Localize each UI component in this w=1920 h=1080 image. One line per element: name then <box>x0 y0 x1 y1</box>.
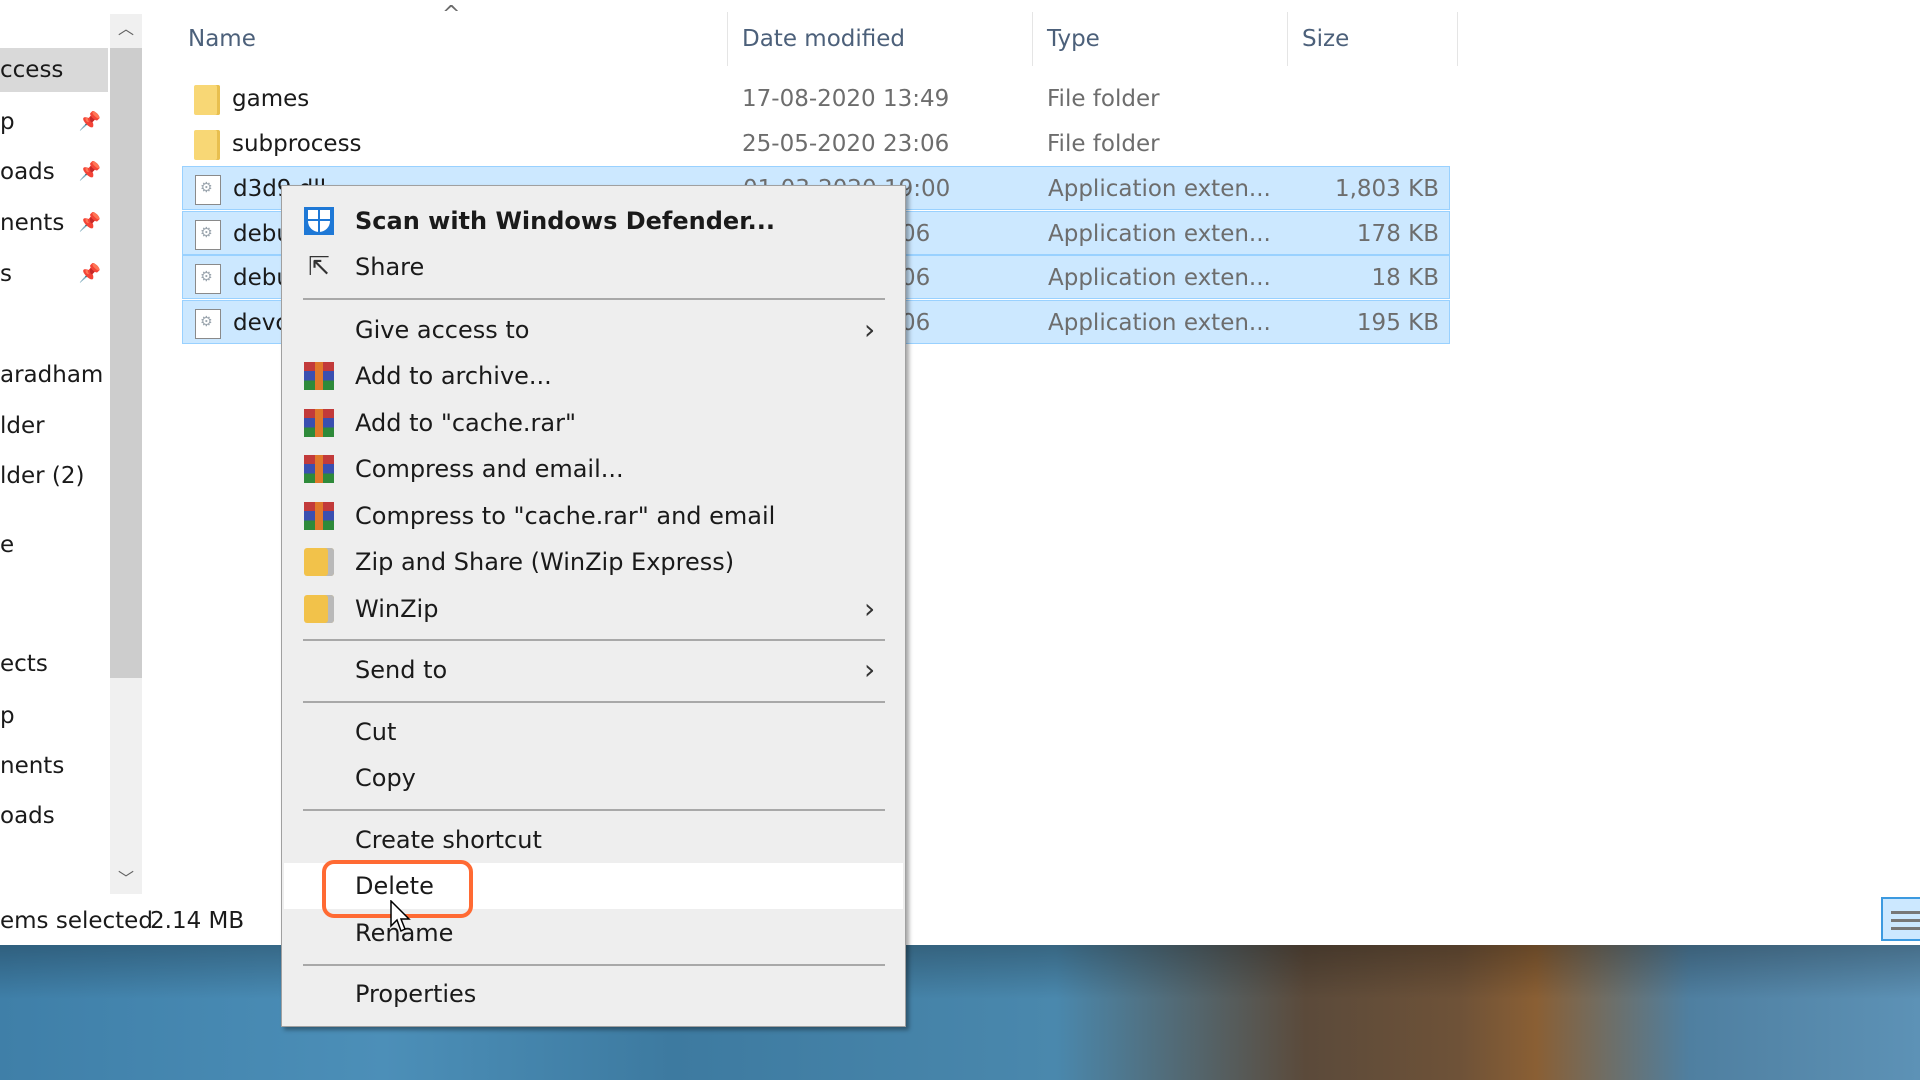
menu-item-zip-and-share[interactable]: Zip and Share (WinZip Express) <box>284 539 903 585</box>
menu-separator <box>303 639 885 641</box>
submenu-arrow-icon: › <box>864 313 876 346</box>
menu-item-give-access[interactable]: Give access to › <box>284 307 903 353</box>
file-date: 25-05-2020 23:06 <box>742 131 950 157</box>
menu-item-add-to-cache-rar[interactable]: Add to "cache.rar" <box>284 400 903 446</box>
menu-item-create-shortcut[interactable]: Create shortcut <box>284 817 903 863</box>
pin-icon: 📌 <box>78 161 102 182</box>
dll-file-icon <box>195 175 221 205</box>
nav-item-quick-access[interactable]: ccess <box>0 48 108 92</box>
dll-file-icon <box>195 220 221 250</box>
details-view-icon <box>1891 911 1920 914</box>
file-type: Application exten... <box>1048 310 1271 336</box>
file-size: 195 KB <box>1356 310 1439 336</box>
nav-item-onedrive[interactable]: e <box>0 523 108 567</box>
winrar-icon <box>304 502 334 530</box>
menu-separator <box>303 809 885 811</box>
menu-separator <box>303 701 885 703</box>
nav-item-pictures[interactable]: s 📌 <box>0 252 108 296</box>
share-icon: ⇱ <box>308 252 330 282</box>
column-header-type[interactable]: Type <box>1047 14 1287 64</box>
menu-separator <box>303 964 885 966</box>
navigation-pane: ccess p 📌 oads 📌 nents 📌 s 📌 aradham lder ld… <box>0 0 108 945</box>
nav-item-downloads[interactable]: oads 📌 <box>0 150 108 194</box>
scrollbar-thumb[interactable] <box>110 48 142 678</box>
menu-item-compress-to-rar-and-email[interactable]: Compress to "cache.rar" and email <box>284 493 903 539</box>
file-type: File folder <box>1047 131 1160 157</box>
selection-count: ems selected <box>0 908 153 934</box>
pin-icon: 📌 <box>78 212 102 233</box>
menu-item-cut[interactable]: Cut <box>284 709 903 755</box>
menu-item-send-to[interactable]: Send to › <box>284 647 903 693</box>
folder-icon <box>194 130 220 160</box>
column-separator[interactable] <box>727 12 728 66</box>
menu-item-properties[interactable]: Properties <box>284 971 903 1017</box>
nav-item-documents[interactable]: nents 📌 <box>0 201 108 245</box>
nav-item-desktop[interactable]: p 📌 <box>0 100 108 144</box>
column-header-size[interactable]: Size <box>1302 14 1452 64</box>
winrar-icon <box>304 455 334 483</box>
column-separator[interactable] <box>1032 12 1033 66</box>
file-type: Application exten... <box>1048 176 1271 202</box>
nav-item-desktop[interactable]: p <box>0 694 108 738</box>
submenu-arrow-icon: › <box>864 592 876 625</box>
file-type: File folder <box>1047 86 1160 112</box>
details-view-button[interactable] <box>1881 897 1920 941</box>
column-header-name[interactable]: Name <box>188 14 728 64</box>
dll-file-icon <box>195 264 221 294</box>
pin-icon: 📌 <box>78 263 102 284</box>
file-name: devc <box>233 310 289 336</box>
column-separator[interactable] <box>1457 12 1458 66</box>
nav-item-folder[interactable]: lder <box>0 404 108 448</box>
column-separator[interactable] <box>1287 12 1288 66</box>
winrar-icon <box>304 409 334 437</box>
file-size: 178 KB <box>1356 221 1439 247</box>
nav-item-downloads[interactable]: oads <box>0 794 108 838</box>
submenu-arrow-icon: › <box>864 653 876 686</box>
folder-icon <box>194 85 220 115</box>
column-header-date-modified[interactable]: Date modified <box>742 14 1032 64</box>
winzip-icon <box>304 548 334 576</box>
windows-defender-icon <box>304 207 334 235</box>
chevron-up-icon[interactable]: ︿ <box>110 14 142 44</box>
nav-item-folder[interactable]: lder (2) <box>0 454 108 498</box>
menu-item-winzip[interactable]: WinZip › <box>284 586 903 632</box>
dll-file-icon <box>195 309 221 339</box>
file-name: games <box>232 86 310 112</box>
file-type: Application exten... <box>1048 265 1271 291</box>
menu-item-scan-defender[interactable]: Scan with Windows Defender... <box>284 198 903 244</box>
file-size: 1,803 KB <box>1334 176 1439 202</box>
menu-item-add-to-archive[interactable]: Add to archive... <box>284 353 903 399</box>
menu-item-share[interactable]: ⇱ Share <box>284 244 903 290</box>
file-row[interactable]: games 17-08-2020 13:49 File folder <box>182 77 1450 121</box>
winrar-icon <box>304 362 334 390</box>
nav-item-3d-objects[interactable]: ects <box>0 642 108 686</box>
file-row[interactable]: subprocess 25-05-2020 23:06 File folder <box>182 122 1450 166</box>
nav-item-documents[interactable]: nents <box>0 744 108 788</box>
file-size: 18 KB <box>1371 265 1439 291</box>
file-name: subprocess <box>232 131 362 157</box>
file-date: 17-08-2020 13:49 <box>742 86 950 112</box>
selection-size: 2.14 MB <box>150 908 245 934</box>
menu-separator <box>303 298 885 300</box>
chevron-down-icon[interactable]: ﹀ <box>110 864 142 894</box>
nav-item-folder[interactable]: aradham <box>0 353 108 397</box>
winzip-icon <box>304 595 334 623</box>
file-type: Application exten... <box>1048 221 1271 247</box>
pin-icon: 📌 <box>78 111 102 132</box>
menu-item-copy[interactable]: Copy <box>284 755 903 801</box>
nav-pane-scrollbar[interactable]: ︿ ﹀ <box>110 14 142 894</box>
menu-item-compress-and-email[interactable]: Compress and email... <box>284 446 903 492</box>
